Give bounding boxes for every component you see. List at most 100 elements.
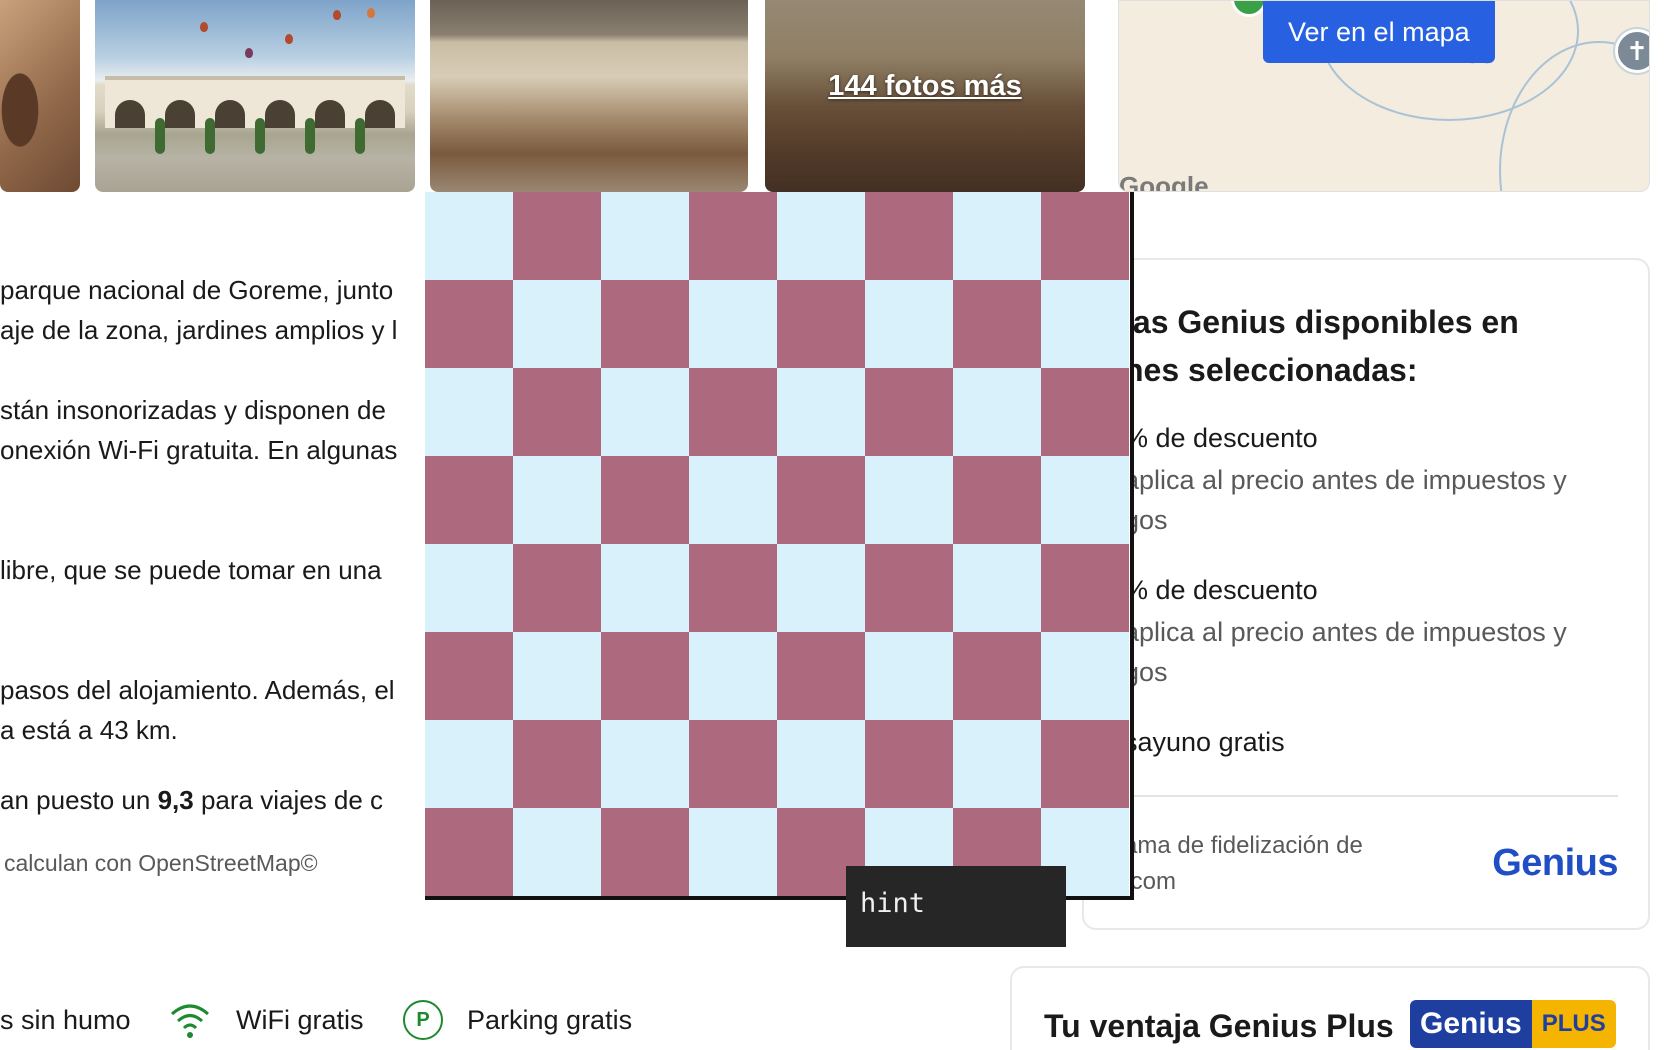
- checker-cell[interactable]: [777, 456, 865, 544]
- checker-cell[interactable]: [689, 808, 777, 896]
- more-photos-link[interactable]: 144 fotos más: [765, 70, 1085, 103]
- distance-footnote: calculan con OpenStreetMap©: [4, 850, 318, 876]
- checker-cell[interactable]: [777, 632, 865, 720]
- checker-cell[interactable]: [865, 280, 953, 368]
- checkerboard-overlay[interactable]: [425, 192, 1134, 900]
- checker-cell[interactable]: [425, 280, 513, 368]
- checker-cell[interactable]: [425, 192, 513, 280]
- gallery-photo-4[interactable]: 144 fotos más: [765, 0, 1085, 192]
- genius-benefits-card: jas Genius disponibles en nes selecciona…: [1082, 258, 1650, 930]
- genius-benefit-title: % de descuento: [1124, 575, 1318, 605]
- map-preview[interactable]: k Kilise ✝ Ver en el mapa Google: [1118, 0, 1650, 192]
- checker-cell[interactable]: [425, 456, 513, 544]
- checker-cell[interactable]: [689, 632, 777, 720]
- checker-cell[interactable]: [601, 368, 689, 456]
- checker-cell[interactable]: [777, 280, 865, 368]
- checker-cell[interactable]: [777, 192, 865, 280]
- checker-cell[interactable]: [513, 368, 601, 456]
- checker-cell[interactable]: [953, 456, 1041, 544]
- checker-cell[interactable]: [953, 544, 1041, 632]
- checker-cell[interactable]: [513, 808, 601, 896]
- checker-cell[interactable]: [601, 192, 689, 280]
- description-line: aje de la zona, jardines amplios y l: [0, 315, 398, 345]
- checker-cell[interactable]: [865, 368, 953, 456]
- checker-cell[interactable]: [425, 544, 513, 632]
- checker-cell[interactable]: [953, 632, 1041, 720]
- checker-cell[interactable]: [513, 544, 601, 632]
- hint-tooltip[interactable]: hint: [846, 866, 1066, 947]
- divider: [1124, 795, 1618, 797]
- checker-cell[interactable]: [1041, 720, 1129, 808]
- checker-cell[interactable]: [425, 808, 513, 896]
- description-line: pasos del alojamiento. Además, el: [0, 675, 395, 705]
- checker-cell[interactable]: [777, 720, 865, 808]
- checker-cell[interactable]: [689, 280, 777, 368]
- genius-plus-badge: Genius PLUS: [1410, 1000, 1616, 1048]
- checker-cell[interactable]: [865, 456, 953, 544]
- checker-cell[interactable]: [1041, 544, 1129, 632]
- checker-cell[interactable]: [865, 544, 953, 632]
- checker-cell[interactable]: [777, 368, 865, 456]
- description-line: onexión Wi-Fi gratuita. En algunas: [0, 435, 398, 465]
- wifi-icon: [171, 1004, 209, 1038]
- checker-cell[interactable]: [601, 544, 689, 632]
- checker-cell[interactable]: [601, 280, 689, 368]
- checker-cell[interactable]: [513, 720, 601, 808]
- rating-score: 9,3: [157, 785, 194, 815]
- balloon-shape: [200, 22, 208, 32]
- checker-cell[interactable]: [689, 720, 777, 808]
- parking-icon: P: [403, 1000, 443, 1040]
- facility-no-smoking: s sin humo: [0, 1004, 131, 1035]
- description-line: libre, que se puede tomar en una: [0, 555, 382, 585]
- checker-cell[interactable]: [865, 720, 953, 808]
- genius-program-text: ama de fidelización de .com: [1124, 832, 1363, 895]
- checker-cell[interactable]: [601, 720, 689, 808]
- checker-cell[interactable]: [1041, 368, 1129, 456]
- checker-cell[interactable]: [689, 456, 777, 544]
- gallery-photo-1[interactable]: [0, 0, 80, 192]
- checker-cell[interactable]: [425, 632, 513, 720]
- checker-cell[interactable]: [513, 192, 601, 280]
- balloon-shape: [245, 48, 253, 58]
- checker-cell[interactable]: [601, 808, 689, 896]
- description-line: a está a 43 km.: [0, 715, 178, 745]
- checker-cell[interactable]: [689, 544, 777, 632]
- checker-cell[interactable]: [513, 456, 601, 544]
- checker-cell[interactable]: [601, 456, 689, 544]
- checker-cell[interactable]: [953, 368, 1041, 456]
- checker-cell[interactable]: [777, 544, 865, 632]
- genius-plus-title: Tu ventaja Genius Plus: [1044, 1008, 1394, 1044]
- gallery-photo-2[interactable]: [95, 0, 415, 192]
- genius-benefit-description: aplica al precio antes de impuestos y go…: [1124, 465, 1567, 535]
- checker-cell[interactable]: [1041, 192, 1129, 280]
- genius-card-title: jas Genius disponibles en nes selecciona…: [1124, 304, 1519, 388]
- balloon-shape: [333, 10, 341, 20]
- map-provider-logo: Google: [1119, 171, 1209, 192]
- view-on-map-button[interactable]: Ver en el mapa: [1263, 1, 1495, 63]
- checker-cell[interactable]: [865, 192, 953, 280]
- gallery-photo-3[interactable]: [430, 0, 748, 192]
- checker-cell[interactable]: [601, 632, 689, 720]
- checker-cell[interactable]: [1041, 456, 1129, 544]
- map-marker-icon: [1231, 1, 1267, 17]
- rating-line: an puesto un 9,3 para viajes de c: [0, 785, 384, 815]
- checker-cell[interactable]: [513, 632, 601, 720]
- checker-cell[interactable]: [425, 368, 513, 456]
- checker-cell[interactable]: [513, 280, 601, 368]
- balloon-shape: [367, 8, 375, 18]
- checker-cell[interactable]: [425, 720, 513, 808]
- balloon-shape: [285, 34, 293, 44]
- description-line: parque nacional de Goreme, junto: [0, 275, 394, 305]
- genius-benefit-title: % de descuento: [1124, 423, 1318, 453]
- checker-cell[interactable]: [689, 192, 777, 280]
- checker-cell[interactable]: [953, 192, 1041, 280]
- checker-cell[interactable]: [953, 280, 1041, 368]
- facility-wifi: WiFi gratis: [168, 998, 364, 1042]
- checker-cell[interactable]: [689, 368, 777, 456]
- checker-cell[interactable]: [1041, 280, 1129, 368]
- checker-cell[interactable]: [953, 720, 1041, 808]
- genius-plus-card: Tu ventaja Genius Plus Genius PLUS: [1010, 966, 1650, 1050]
- checker-cell[interactable]: [865, 632, 953, 720]
- checker-cell[interactable]: [1041, 632, 1129, 720]
- genius-benefit-title: sayuno gratis: [1124, 727, 1285, 757]
